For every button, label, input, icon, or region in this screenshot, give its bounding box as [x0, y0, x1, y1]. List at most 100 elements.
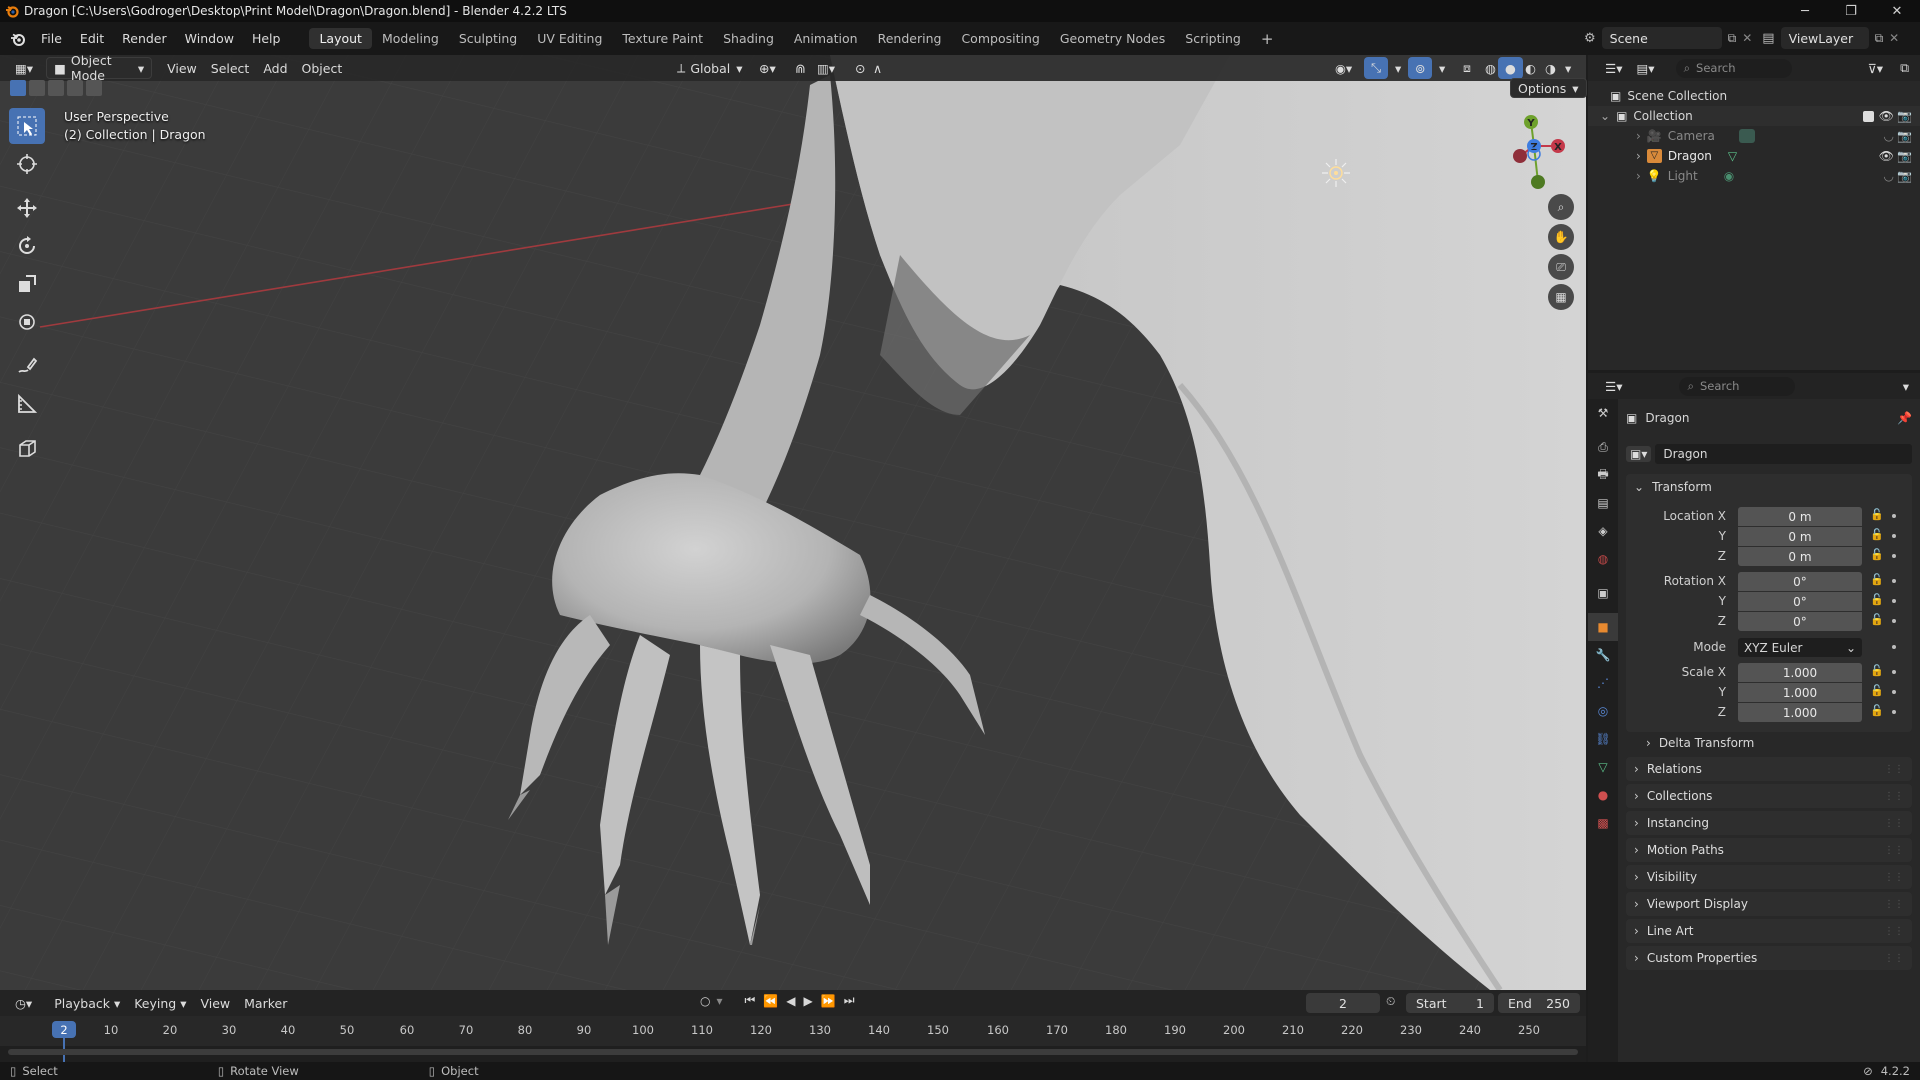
pan-hand-icon[interactable]: ✋ [1548, 224, 1574, 250]
menu-add[interactable]: Add [256, 57, 294, 79]
visibility-icon[interactable]: ◉▾ [1328, 57, 1359, 79]
location-x-field[interactable]: 0 m [1738, 507, 1862, 526]
scene-selector[interactable]: Scene [1601, 27, 1722, 49]
snap-icon[interactable]: ⋒ [788, 57, 812, 79]
camera-render-icon[interactable]: 📷 [1897, 129, 1912, 143]
tab-texture-paint[interactable]: Texture Paint [612, 28, 713, 49]
keyframe-dot-icon[interactable] [1892, 599, 1896, 603]
close-button[interactable]: ✕ [1874, 0, 1920, 22]
transform-panel-header[interactable]: ⌄ Transform [1634, 478, 1712, 496]
expand-light-icon[interactable]: › [1636, 169, 1641, 183]
scale-tool[interactable] [9, 266, 45, 302]
panel-line-art[interactable]: › Line Art ⋮⋮ [1626, 919, 1912, 943]
tab-layout[interactable]: Layout [309, 28, 372, 49]
panel-custom-properties[interactable]: › Custom Properties ⋮⋮ [1626, 946, 1912, 970]
scale-y-field[interactable]: 1.000 [1738, 683, 1862, 702]
rotation-x-field[interactable]: 0° [1738, 572, 1862, 591]
light-hidden-icon[interactable]: ◡ [1884, 169, 1894, 183]
panel-relations[interactable]: › Relations ⋮⋮ [1626, 757, 1912, 781]
menu-help[interactable]: Help [243, 22, 290, 55]
move-tool[interactable] [9, 190, 45, 226]
lock-icon[interactable]: 🔓 [1870, 528, 1884, 541]
jump-end-icon[interactable]: ⏭ [844, 993, 855, 1008]
drag-handle-icon[interactable]: ⋮⋮ [1884, 926, 1904, 937]
location-y-field[interactable]: 0 m [1738, 527, 1862, 546]
menu-file[interactable]: File [32, 22, 71, 55]
3d-viewport[interactable] [0, 55, 1586, 990]
outliner-row-light[interactable]: › 💡 Light ◉ ◡ 📷 [1588, 166, 1920, 186]
delete-scene-icon[interactable]: ✕ [1742, 31, 1752, 45]
drag-handle-icon[interactable]: ⋮⋮ [1884, 818, 1904, 829]
keyframe-dot-icon[interactable] [1892, 579, 1896, 583]
start-frame-field[interactable]: Start 1 [1406, 993, 1494, 1013]
tab-view-layer-icon[interactable]: ▤ [1588, 489, 1618, 517]
select-box-tool[interactable] [9, 108, 45, 144]
keyframe-dot-icon[interactable] [1892, 690, 1896, 694]
play-reverse-icon[interactable]: ◀ [786, 994, 795, 1008]
tab-render-icon[interactable]: ⎙ [1588, 433, 1618, 461]
rotation-mode-dropdown[interactable]: XYZ Euler ⌄ [1738, 638, 1862, 657]
ortho-toggle-icon[interactable]: ▦ [1548, 284, 1574, 310]
dragon-visibility-icon[interactable]: 👁 [1879, 149, 1894, 163]
outliner-editor-type-icon[interactable]: ☰▾ [1598, 57, 1629, 79]
menu-edit[interactable]: Edit [71, 22, 113, 55]
pivot-point-icon[interactable]: ⊕▾ [752, 57, 783, 79]
tab-particles-icon[interactable]: ⋰ [1588, 669, 1618, 697]
auto-keying-icon[interactable]: ○ [700, 994, 710, 1008]
select-subtract-icon[interactable] [48, 80, 64, 96]
playhead[interactable]: 2 [52, 1021, 76, 1038]
keying-set-icon[interactable]: ▾ [716, 994, 722, 1008]
xray-icon[interactable]: ⧈ [1456, 57, 1478, 79]
keyframe-dot-icon[interactable] [1892, 534, 1896, 538]
transform-tool[interactable] [9, 304, 45, 340]
tab-material-icon[interactable]: ● [1588, 781, 1618, 809]
tab-animation[interactable]: Animation [784, 28, 868, 49]
rotate-tool[interactable] [9, 228, 45, 264]
select-extend-icon[interactable] [29, 80, 45, 96]
timeline-scrollbar[interactable] [8, 1049, 1578, 1055]
menu-render[interactable]: Render [113, 22, 176, 55]
drag-handle-icon[interactable]: ⋮⋮ [1884, 845, 1904, 856]
pin-icon[interactable]: 📌 [1897, 411, 1912, 425]
select-new-icon[interactable] [10, 80, 26, 96]
lock-icon[interactable]: 🔓 [1870, 664, 1884, 677]
keyframe-dot-icon[interactable] [1892, 554, 1896, 558]
lock-icon[interactable]: 🔓 [1870, 704, 1884, 717]
cursor-tool[interactable] [9, 146, 45, 182]
light-render-icon[interactable]: 📷 [1897, 169, 1912, 183]
falloff-icon[interactable]: ∧ [866, 57, 889, 79]
rotation-z-field[interactable]: 0° [1738, 612, 1862, 631]
outliner-row-collection[interactable]: ⌄ ▣ Collection 👁 📷 [1588, 106, 1920, 126]
gizmo-toggle-icon[interactable]: ⤡ [1364, 57, 1389, 79]
drag-handle-icon[interactable]: ⋮⋮ [1884, 899, 1904, 910]
scene-icon[interactable]: ⚙ [1584, 31, 1596, 46]
delta-transform-subpanel[interactable]: › Delta Transform [1646, 734, 1754, 752]
outliner-search[interactable]: ⌕ Search [1675, 58, 1792, 78]
tab-output-icon[interactable]: 🖶 [1588, 461, 1618, 489]
new-view-layer-icon[interactable]: ⧉ [1875, 31, 1884, 46]
gizmo-dropdown-icon[interactable]: ▾ [1388, 57, 1408, 79]
properties-editor-type-icon[interactable]: ☰▾ [1598, 375, 1629, 397]
navigation-gizmo[interactable]: X Y Z [1486, 108, 1576, 198]
panel-motion-paths[interactable]: › Motion Paths ⋮⋮ [1626, 838, 1912, 862]
scale-z-field[interactable]: 1.000 [1738, 703, 1862, 722]
select-intersect-icon[interactable] [86, 80, 102, 96]
tab-world-icon[interactable]: ◍ [1588, 545, 1618, 573]
drag-handle-icon[interactable]: ⋮⋮ [1884, 872, 1904, 883]
end-frame-field[interactable]: End 250 [1498, 993, 1580, 1013]
panel-collections[interactable]: › Collections ⋮⋮ [1626, 784, 1912, 808]
lock-icon[interactable]: 🔓 [1870, 573, 1884, 586]
tab-geometry-nodes[interactable]: Geometry Nodes [1050, 28, 1175, 49]
menu-marker[interactable]: Marker [237, 992, 294, 1014]
snap-target-icon[interactable]: ▥▾ [810, 57, 842, 79]
outliner-row-camera[interactable]: › 🎥 Camera ◡ 📷 [1588, 126, 1920, 146]
tab-uv-editing[interactable]: UV Editing [527, 28, 612, 49]
menu-object[interactable]: Object [295, 57, 350, 79]
shading-dropdown-icon[interactable]: ▾ [1558, 57, 1578, 79]
tab-data-icon[interactable]: ▽ [1588, 753, 1618, 781]
tab-physics-icon[interactable]: ◎ [1588, 697, 1618, 725]
panel-visibility[interactable]: › Visibility ⋮⋮ [1626, 865, 1912, 889]
tab-sculpting[interactable]: Sculpting [449, 28, 527, 49]
tab-collection-icon[interactable]: ▣ [1588, 579, 1618, 607]
play-icon[interactable]: ▶ [804, 994, 813, 1008]
